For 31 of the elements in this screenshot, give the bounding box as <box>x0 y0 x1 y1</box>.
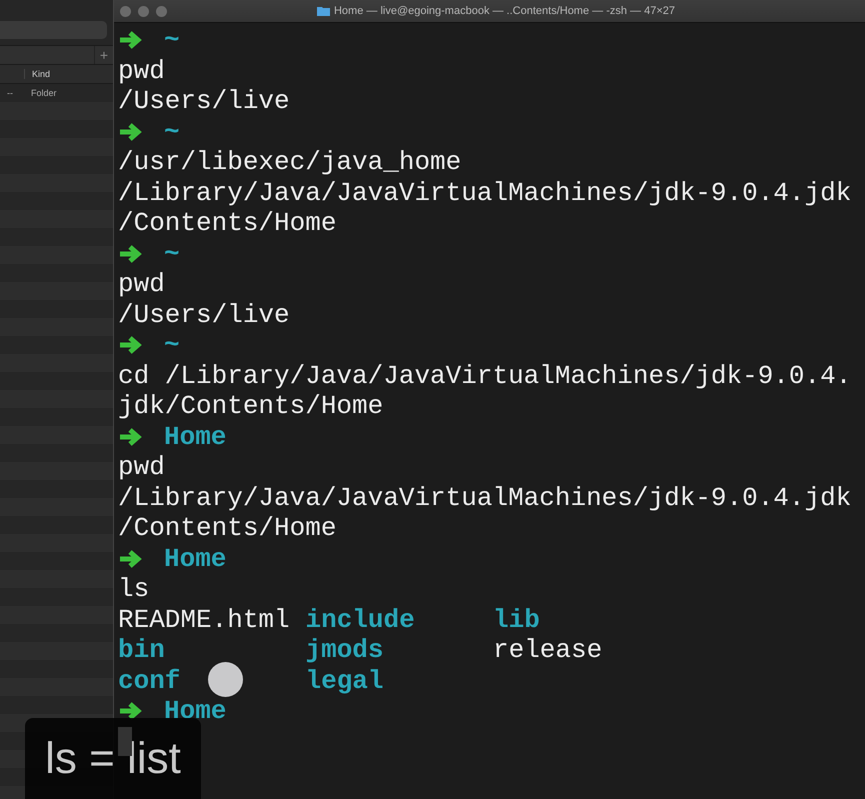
terminal-line: /Contents/Home <box>118 513 336 544</box>
terminal-line: /Library/Java/JavaVirtualMachines/jdk-9.0.4.jdk <box>118 178 852 208</box>
table-cell-text: -- <box>7 88 14 98</box>
prompt-directory: ~ <box>164 116 180 147</box>
terminal-line: ls <box>118 574 150 604</box>
terminal-line: /Contents/Home <box>118 208 336 238</box>
prompt-directory: ~ <box>164 330 180 360</box>
directory-name: jmods <box>306 635 384 665</box>
directory-name: bin <box>118 635 165 665</box>
file-name: release <box>493 635 602 665</box>
column-header[interactable]: Kind <box>24 69 50 79</box>
window-title: Home — live@egoing-macbook — ..Contents/Home — -zsh — 47×27 <box>334 5 675 17</box>
prompt-directory: ~ <box>164 25 180 56</box>
directory-name: include <box>306 604 415 634</box>
directory-name: lib <box>493 604 540 634</box>
terminal-line: pwd <box>118 269 165 300</box>
file-name: README.html <box>118 604 290 634</box>
terminal-line: /Library/Java/JavaVirtualMachines/jdk-9.0.4.jdk <box>118 482 852 513</box>
directory-name: legal <box>306 666 384 696</box>
terminal-line: /Users/live <box>118 300 290 330</box>
prompt-directory: Home <box>164 422 226 452</box>
prompt-directory: Home <box>164 544 226 574</box>
terminal-line: pwd <box>118 56 165 86</box>
terminal-line: /usr/libexec/java_home <box>118 147 462 178</box>
terminal-line: pwd <box>118 452 165 482</box>
directory-name: conf <box>118 666 180 696</box>
terminal-line: cd /Library/Java/JavaVirtualMachines/jdk-9.0.4. <box>118 360 852 391</box>
table-cell: Folder <box>31 88 57 98</box>
terminal-line: /Users/live <box>118 86 290 116</box>
prompt-directory: ~ <box>164 238 180 269</box>
terminal-line: jdk/Contents/Home <box>118 391 384 422</box>
